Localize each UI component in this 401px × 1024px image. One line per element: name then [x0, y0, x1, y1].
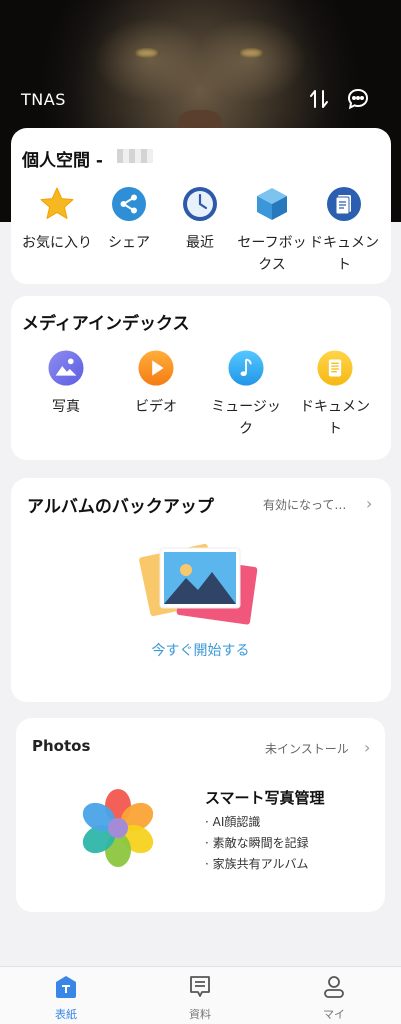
safebox-icon — [254, 186, 290, 222]
share-icon — [111, 186, 147, 222]
album-illustration-icon — [136, 540, 260, 626]
media-item-label: 写真 — [52, 399, 80, 415]
personal-item-label: 最近 — [186, 235, 214, 251]
hero-eye-right — [238, 48, 264, 58]
media-item-video[interactable]: ビデオ — [116, 350, 196, 418]
photos-feature-title: スマート写真管理 — [205, 789, 325, 807]
hero-eye-left — [134, 48, 160, 58]
media-item-label: ミュージック — [211, 399, 281, 437]
personal-item-label: お気に入り — [22, 235, 92, 251]
photos-feature-item: · 家族共有アルバム — [205, 857, 309, 871]
photos-install-status[interactable]: 未インストール — [265, 740, 349, 757]
personal-space-title: 個人空間 - — [22, 151, 103, 171]
start-backup-link[interactable]: 今すぐ開始する — [0, 640, 401, 660]
personal-item-share[interactable]: シェア — [89, 186, 169, 254]
video-icon — [138, 350, 174, 386]
media-item-music[interactable]: ミュージック — [206, 350, 286, 440]
chevron-right-icon[interactable]: › — [366, 494, 372, 513]
tab-me[interactable]: マイ — [304, 975, 364, 1022]
document-icon — [326, 186, 362, 222]
chevron-right-icon[interactable]: › — [364, 738, 370, 757]
photos-feature-item: · 素敵な瞬間を記録 — [205, 836, 309, 850]
personal-item-recent[interactable]: 最近 — [160, 186, 240, 254]
album-backup-status[interactable]: 有効になって… — [263, 496, 346, 513]
photos-flower-logo-icon — [78, 786, 158, 870]
photos-feature-list: · AI顔認識 · 素敵な瞬間を記録 · 家族共有アルバム — [205, 812, 309, 875]
media-item-label: ビデオ — [135, 399, 177, 415]
media-index-title: メディアインデックス — [22, 314, 190, 334]
personal-item-documents[interactable]: ドキュメント — [304, 186, 384, 276]
home-icon — [56, 976, 76, 998]
personal-item-label: シェア — [108, 235, 150, 251]
user-icon — [324, 976, 344, 998]
message-icon[interactable] — [345, 86, 371, 112]
music-icon — [228, 350, 264, 386]
files-icon — [190, 976, 210, 997]
photos-feature-item: · AI顔認識 — [205, 815, 261, 829]
media-item-photos[interactable]: 写真 — [26, 350, 106, 418]
clock-icon — [182, 186, 218, 222]
tab-files[interactable]: 資料 — [170, 975, 230, 1022]
album-backup-title: アルバムのバックアップ — [27, 497, 214, 517]
app-title: TNAS — [21, 90, 66, 109]
personal-item-safebox[interactable]: セーフボックス — [232, 186, 312, 276]
document-icon — [317, 350, 353, 386]
tab-label: 表紙 — [55, 1008, 77, 1021]
tab-label: マイ — [323, 1008, 345, 1021]
personal-item-favorites[interactable]: お気に入り — [17, 186, 97, 254]
photo-icon — [48, 350, 84, 386]
username-redacted — [117, 149, 153, 163]
bottom-tab-bar: 表紙 資料 マイ — [0, 966, 401, 1024]
media-item-documents[interactable]: ドキュメント — [295, 350, 375, 440]
transfer-icon[interactable] — [306, 86, 332, 112]
personal-item-label: ドキュメント — [309, 235, 379, 273]
tab-label: 資料 — [189, 1008, 211, 1021]
personal-item-label: セーフボックス — [237, 235, 307, 273]
tab-home[interactable]: 表紙 — [36, 975, 96, 1022]
star-icon — [39, 186, 75, 222]
media-item-label: ドキュメント — [300, 399, 370, 437]
photos-title: Photos — [32, 737, 91, 755]
